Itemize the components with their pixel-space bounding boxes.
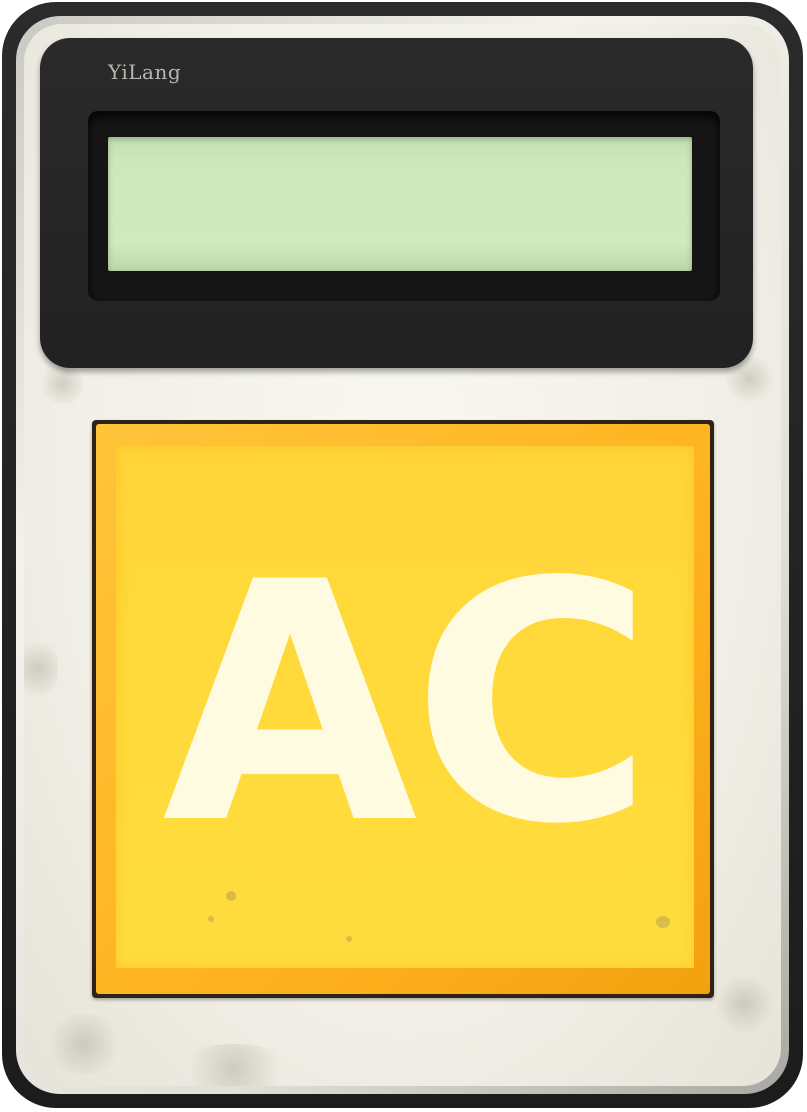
wear-mark bbox=[38, 364, 88, 404]
device-rim: YiLang AC bbox=[16, 16, 789, 1094]
display-well bbox=[88, 111, 720, 301]
brand-label: YiLang bbox=[108, 60, 182, 84]
wear-speck bbox=[346, 936, 352, 942]
ac-button-face[interactable]: AC bbox=[116, 446, 694, 968]
wear-mark bbox=[714, 974, 774, 1034]
wear-mark bbox=[24, 634, 58, 704]
display-bezel: YiLang bbox=[40, 38, 753, 368]
wear-speck bbox=[656, 916, 670, 928]
ac-button[interactable]: AC bbox=[96, 424, 710, 994]
key-frame: AC bbox=[92, 420, 714, 998]
wear-speck bbox=[226, 891, 236, 901]
wear-speck bbox=[208, 916, 214, 922]
lcd-display bbox=[108, 137, 692, 271]
device-body: YiLang AC bbox=[24, 24, 781, 1086]
wear-mark bbox=[44, 1014, 124, 1074]
wear-mark bbox=[174, 1044, 294, 1086]
calculator-device: YiLang AC bbox=[2, 2, 803, 1108]
ac-button-label: AC bbox=[162, 512, 654, 896]
